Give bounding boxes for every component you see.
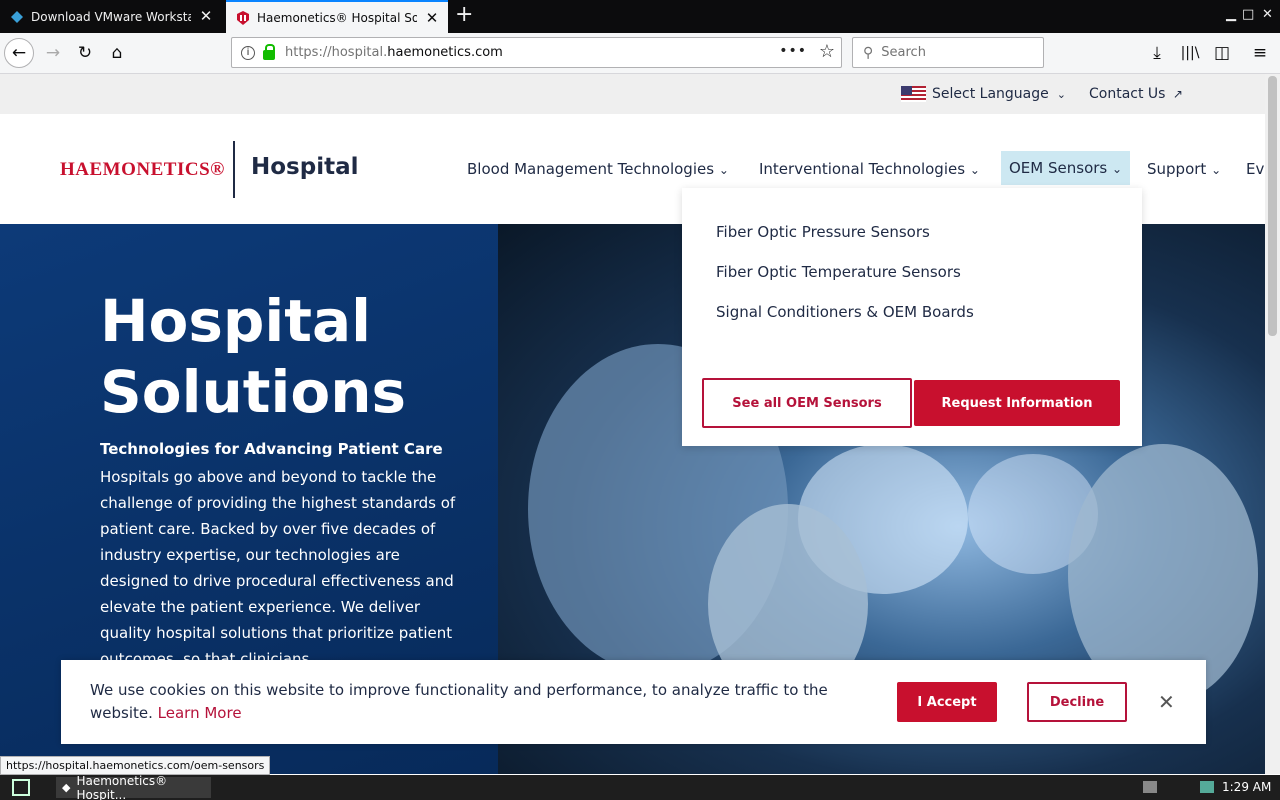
- sidebar-icon[interactable]: ◫: [1207, 38, 1237, 68]
- search-input[interactable]: ⚲ Search: [852, 37, 1044, 68]
- lock-icon: [263, 43, 275, 60]
- menu-icon[interactable]: ≡: [1245, 38, 1275, 68]
- decline-cookies-button[interactable]: Decline: [1027, 682, 1127, 722]
- chevron-down-icon: ⌄: [1211, 163, 1222, 177]
- window-close-icon[interactable]: ✕: [1262, 7, 1273, 22]
- minimize-icon[interactable]: ▁: [1226, 7, 1236, 22]
- chevron-down-icon: ⌄: [1112, 162, 1123, 176]
- haemonetics-favicon-icon: [237, 10, 249, 25]
- site-utility-bar: Select Language ⌄ Contact Us ↗: [0, 74, 1265, 114]
- address-bar[interactable]: i https://hospital.haemonetics.com ••• ☆: [231, 37, 842, 68]
- scrollbar-thumb[interactable]: [1268, 76, 1277, 336]
- dropdown-item-pressure-sensors[interactable]: Fiber Optic Pressure Sensors: [716, 223, 930, 241]
- back-arrow-icon[interactable]: ←: [4, 38, 34, 68]
- library-icon[interactable]: |||\: [1175, 38, 1205, 68]
- chevron-down-icon: ⌄: [718, 163, 729, 177]
- nav-blood-management[interactable]: Blood Management Technologies ⌄: [467, 160, 729, 178]
- logo-divider: [233, 141, 235, 198]
- tab-haemonetics[interactable]: Haemonetics® Hospital Solutions ✕: [226, 0, 448, 33]
- forward-arrow-icon[interactable]: →: [38, 38, 68, 68]
- nav-interventional[interactable]: Interventional Technologies ⌄: [759, 160, 980, 178]
- browser-toolbar: ← → ↻ ⌂ i https://hospital.haemonetics.c…: [0, 33, 1280, 74]
- cookie-banner: We use cookies on this website to improv…: [61, 660, 1206, 744]
- dropdown-item-temperature-sensors[interactable]: Fiber Optic Temperature Sensors: [716, 263, 961, 281]
- browser-tab-strip: Download VMware Workstation Pro ✕ Haemon…: [0, 0, 1280, 33]
- clock: 1:29 AM: [1222, 780, 1272, 794]
- url-text: https://hospital.haemonetics.com: [285, 45, 503, 60]
- bookmark-star-icon[interactable]: ☆: [819, 41, 835, 62]
- request-information-button[interactable]: Request Information: [914, 380, 1120, 426]
- see-all-oem-sensors-button[interactable]: See all OEM Sensors: [702, 378, 912, 428]
- maximize-icon[interactable]: □: [1242, 7, 1254, 22]
- site-info-icon[interactable]: i: [241, 45, 255, 60]
- hero-title: Hospital Solutions: [100, 287, 407, 426]
- vmware-favicon-icon: [11, 10, 23, 23]
- nav-events[interactable]: Ev: [1246, 160, 1264, 178]
- page-scrollbar[interactable]: [1265, 74, 1280, 774]
- accept-cookies-button[interactable]: I Accept: [897, 682, 997, 722]
- start-icon[interactable]: [12, 779, 30, 796]
- hero-subtitle: Technologies for Advancing Patient Care: [100, 440, 443, 458]
- home-icon[interactable]: ⌂: [102, 38, 132, 68]
- cookie-message: We use cookies on this website to improv…: [90, 681, 828, 722]
- os-taskbar: ◆ Haemonetics® Hospit... 1:29 AM: [0, 774, 1280, 800]
- language-label: Select Language: [932, 86, 1049, 102]
- status-url: https://hospital.haemonetics.com/oem-sen…: [0, 756, 271, 775]
- new-tab-icon[interactable]: +: [455, 4, 473, 26]
- learn-more-link[interactable]: Learn More: [158, 704, 242, 722]
- contact-us-link[interactable]: Contact Us ↗: [1089, 86, 1183, 102]
- reload-icon[interactable]: ↻: [70, 38, 100, 68]
- site-name[interactable]: Hospital: [251, 154, 359, 180]
- tab-title: Download VMware Workstation Pro: [31, 9, 191, 24]
- tab-title: Haemonetics® Hospital Solutions: [257, 10, 417, 25]
- language-selector[interactable]: Select Language ⌄: [901, 86, 1066, 102]
- tab-close-icon[interactable]: ✕: [424, 9, 440, 27]
- nav-support[interactable]: Support ⌄: [1147, 160, 1221, 178]
- search-placeholder: Search: [881, 45, 926, 60]
- taskbar-window-item[interactable]: ◆ Haemonetics® Hospit...: [56, 774, 211, 800]
- search-icon: ⚲: [863, 44, 874, 61]
- nav-oem-sensors[interactable]: OEM Sensors ⌄: [1001, 151, 1131, 185]
- us-flag-icon: [901, 86, 926, 102]
- keyboard-icon[interactable]: [1143, 781, 1157, 793]
- network-icon[interactable]: [1200, 781, 1214, 793]
- haemonetics-logo[interactable]: HAEMONETICS®: [60, 159, 225, 181]
- external-link-icon: ↗: [1172, 87, 1183, 101]
- oem-sensors-dropdown: Fiber Optic Pressure Sensors Fiber Optic…: [682, 188, 1142, 446]
- tab-close-icon[interactable]: ✕: [198, 7, 214, 25]
- hero-paragraph: Hospitals go above and beyond to tackle …: [100, 468, 456, 668]
- download-icon[interactable]: ⤓: [1142, 38, 1172, 68]
- dropdown-item-signal-conditioners[interactable]: Signal Conditioners & OEM Boards: [716, 303, 974, 321]
- chevron-down-icon: ⌄: [1056, 87, 1066, 101]
- page-actions-icon[interactable]: •••: [779, 43, 807, 59]
- close-icon[interactable]: ✕: [1158, 690, 1175, 714]
- chevron-down-icon: ⌄: [969, 163, 980, 177]
- tab-vmware[interactable]: Download VMware Workstation Pro ✕: [0, 0, 222, 33]
- firefox-icon: ◆: [62, 781, 71, 794]
